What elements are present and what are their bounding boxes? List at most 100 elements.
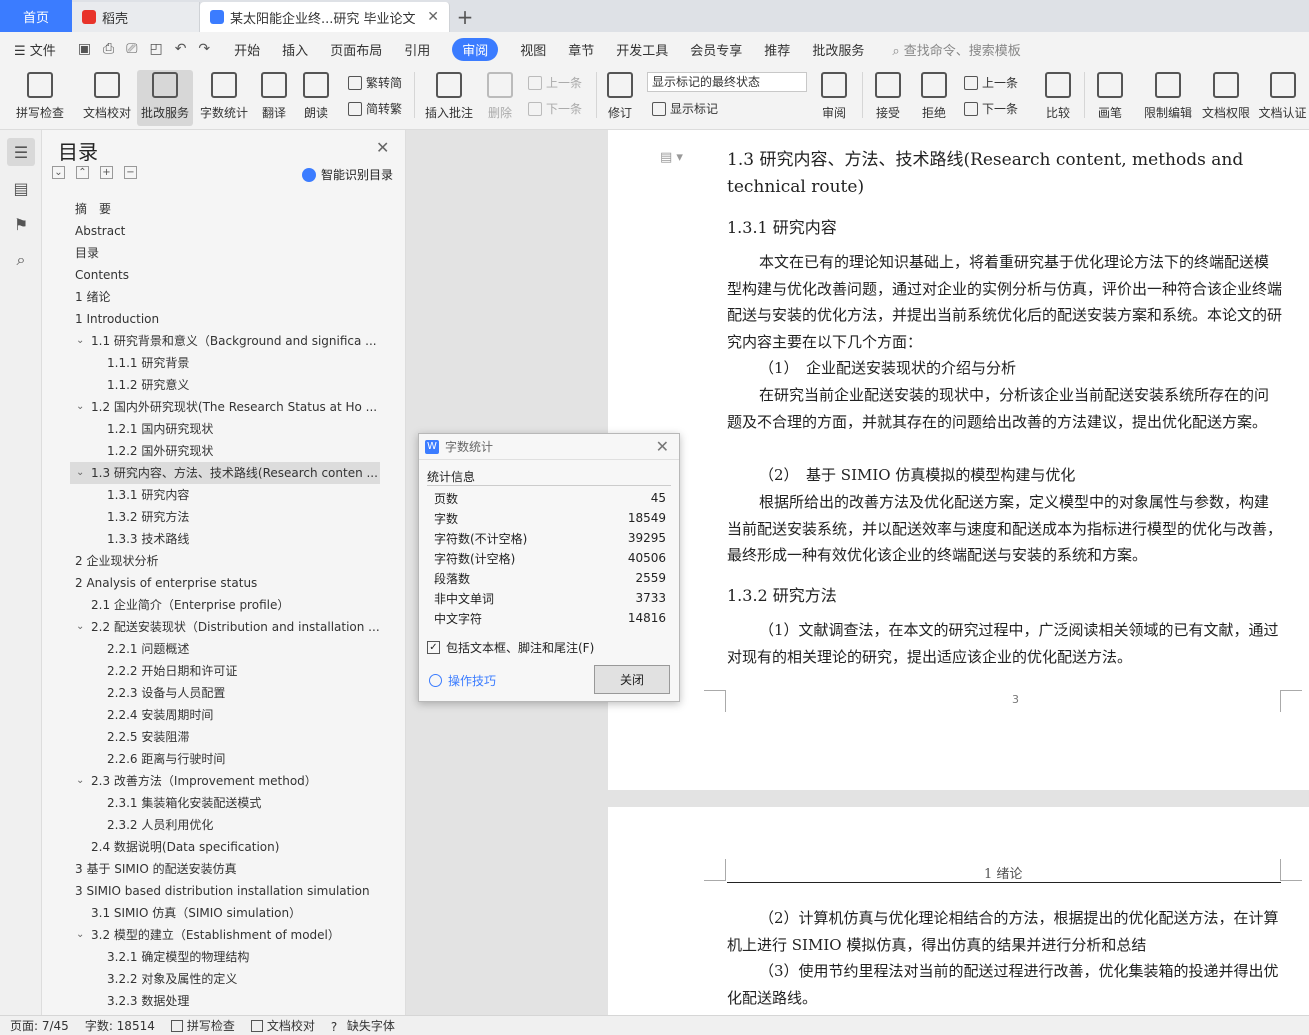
close-icon[interactable]: ✕ xyxy=(376,138,389,157)
markup-state-select[interactable]: 显示标记的最终状态 xyxy=(647,72,807,92)
toc-item[interactable]: ⌄ 1.3 研究内容、方法、技术路线(Research conten ... xyxy=(70,462,380,484)
next-change-button[interactable]: 下一条 xyxy=(964,100,1018,117)
undo-icon[interactable]: ↶ xyxy=(175,41,187,57)
toc-item[interactable]: ⌄ 1.1 研究背景和意义（Background and significa ..… xyxy=(70,330,380,352)
pen-button[interactable]: 画笔 xyxy=(1090,70,1130,126)
bookmark-icon[interactable]: ⚑ xyxy=(7,210,35,238)
search-icon[interactable]: ⌕ xyxy=(7,246,35,274)
doc-certify-button[interactable]: 文档认证 xyxy=(1256,70,1309,126)
missing-font-button[interactable]: ? 缺失字体 xyxy=(331,1017,395,1034)
toc-item[interactable]: ⌄2 Analysis of enterprise status xyxy=(70,572,380,594)
toc-panel-icon[interactable]: ☰ xyxy=(7,138,35,166)
toc-item[interactable]: 2.2.1 问题概述 xyxy=(70,638,380,660)
reject-button[interactable]: 拒绝 xyxy=(914,70,954,126)
toc-item[interactable]: 2.2.6 距离与行驶时间 xyxy=(70,748,380,770)
menu-member[interactable]: 会员专享 xyxy=(690,40,742,59)
toc-item[interactable]: ⌄ 3.2 模型的建立（Establishment of model） xyxy=(70,924,380,946)
simp-to-trad-button[interactable]: 简转繁 xyxy=(348,100,402,117)
toc-item[interactable]: 2.3.2 人员利用优化 xyxy=(70,814,380,836)
export-icon[interactable]: ⎙ xyxy=(103,41,114,57)
spellcheck-button[interactable]: 拼写检查 xyxy=(8,70,72,126)
menu-devtools[interactable]: 开发工具 xyxy=(616,40,668,59)
toc-item[interactable]: ⌄ 1.2 国内外研究现状(The Research Status at Ho .… xyxy=(70,396,380,418)
remove-level-icon[interactable]: − xyxy=(124,166,137,179)
include-footnotes-checkbox[interactable]: ✓ 包括文本框、脚注和尾注(F) xyxy=(427,639,594,656)
paragraph-marker-icon[interactable]: ▤ ▾ xyxy=(660,150,683,165)
dialog-titlebar[interactable]: W 字数统计 ✕ xyxy=(419,434,679,460)
correction-service-button[interactable]: 批改服务 xyxy=(137,70,193,126)
toc-item[interactable]: 1.3.2 研究方法 xyxy=(70,506,380,528)
toc-item[interactable]: 2.1 企业简介（Enterprise profile） xyxy=(70,594,380,616)
accept-button[interactable]: 接受 xyxy=(868,70,908,126)
spellcheck-toggle[interactable]: 拼写检查 xyxy=(170,1017,235,1034)
add-level-icon[interactable]: + xyxy=(100,166,113,179)
close-icon[interactable]: ✕ xyxy=(656,437,669,456)
tab-document[interactable]: 某太阳能企业终...研究 毕业论文 ✕ xyxy=(200,2,450,32)
doc-permission-button[interactable]: 文档权限 xyxy=(1198,70,1254,126)
chevron-down-icon[interactable]: ⌄ xyxy=(76,396,84,418)
save-icon[interactable]: ▣ xyxy=(78,41,91,57)
toc-item[interactable]: ⌄ 2.3 改善方法（Improvement method） xyxy=(70,770,380,792)
toc-item[interactable]: ⌄ 2.2 配送安装现状（Distribution and installatio… xyxy=(70,616,380,638)
prev-comment-button[interactable]: 上一条 xyxy=(528,74,582,91)
toc-item[interactable]: 3 基于 SIMIO 的配送安装仿真 xyxy=(70,858,380,880)
menu-reference[interactable]: 引用 xyxy=(404,40,430,59)
word-count-indicator[interactable]: 字数: 18514 xyxy=(85,1017,155,1034)
toc-item[interactable]: 2.2.3 设备与人员配置 xyxy=(70,682,380,704)
menu-start[interactable]: 开始 xyxy=(234,40,260,59)
toc-item[interactable]: ⌄1 Introduction xyxy=(70,308,380,330)
chapter-nav-icon[interactable]: ▤ xyxy=(7,174,35,202)
expand-all-icon[interactable]: ⌄ xyxy=(52,166,65,179)
new-tab-button[interactable]: + xyxy=(450,2,480,32)
menu-insert[interactable]: 插入 xyxy=(282,40,308,59)
toc-item[interactable]: 1.2.2 国外研究现状 xyxy=(70,440,380,462)
menu-review[interactable]: 审阅 xyxy=(452,37,499,61)
menu-recommend[interactable]: 推荐 xyxy=(764,40,790,59)
toc-item[interactable]: 摘 要 xyxy=(70,198,380,220)
word-count-button[interactable]: 字数统计 xyxy=(196,70,252,126)
smart-toc-button[interactable]: 智能识别目录 xyxy=(302,166,393,183)
toc-item[interactable]: Abstract xyxy=(70,220,380,242)
translate-button[interactable]: 翻译 xyxy=(254,70,294,126)
tab-daoke[interactable]: 稻壳 xyxy=(72,2,200,32)
chevron-down-icon[interactable]: ⌄ xyxy=(76,924,84,946)
toc-item[interactable]: 1.1.1 研究背景 xyxy=(70,352,380,374)
read-aloud-button[interactable]: 朗读 xyxy=(296,70,336,126)
toc-item[interactable]: 目录 xyxy=(70,242,380,264)
menu-chapter[interactable]: 章节 xyxy=(568,40,594,59)
toc-item[interactable]: 1.3.1 研究内容 xyxy=(70,484,380,506)
close-tab-icon[interactable]: ✕ xyxy=(427,9,439,25)
insert-comment-button[interactable]: 插入批注 xyxy=(420,70,478,126)
print-icon[interactable]: ⎚ xyxy=(126,41,137,57)
proofread-button[interactable]: 文档校对 xyxy=(78,70,136,126)
toc-item[interactable]: ⌄3 SIMIO based distribution installation… xyxy=(70,880,380,902)
menu-correction[interactable]: 批改服务 xyxy=(812,40,864,59)
close-button[interactable]: 关闭 xyxy=(594,665,670,694)
review-button[interactable]: 审阅 xyxy=(814,70,854,126)
toc-item[interactable]: 1.3.3 技术路线 xyxy=(70,528,380,550)
trad-to-simp-button[interactable]: 繁转简 xyxy=(348,74,402,91)
show-markup-button[interactable]: 显示标记 xyxy=(652,100,718,117)
restrict-edit-button[interactable]: 限制编辑 xyxy=(1140,70,1196,126)
toc-item[interactable]: 2.2.4 安装周期时间 xyxy=(70,704,380,726)
redo-icon[interactable]: ↷ xyxy=(198,41,210,57)
collapse-all-icon[interactable]: ⌃ xyxy=(76,166,89,179)
chevron-down-icon[interactable]: ⌄ xyxy=(76,770,84,792)
delete-comment-button[interactable]: 删除 xyxy=(480,70,520,126)
tips-link[interactable]: 操作技巧 xyxy=(429,672,496,689)
toc-item[interactable]: 3.1 SIMIO 仿真（SIMIO simulation） xyxy=(70,902,380,924)
menu-layout[interactable]: 页面布局 xyxy=(330,40,382,59)
toc-item[interactable]: 1.1.2 研究意义 xyxy=(70,374,380,396)
command-search[interactable]: ⌕ 查找命令、搜索模板 xyxy=(892,40,1020,59)
chevron-down-icon[interactable]: ⌄ xyxy=(76,616,84,638)
toc-item[interactable]: 3.2.1 确定模型的物理结构 xyxy=(70,946,380,968)
toc-item[interactable]: 1 绪论 xyxy=(70,286,380,308)
revise-button[interactable]: 修订 xyxy=(600,70,640,126)
tab-home[interactable]: 首页 xyxy=(0,0,72,32)
page-indicator[interactable]: 页面: 7/45 xyxy=(10,1017,69,1034)
toc-item[interactable]: 2.3.1 集装箱化安装配送模式 xyxy=(70,792,380,814)
toc-item[interactable]: 2.4 数据说明(Data specification) xyxy=(70,836,380,858)
proofread-toggle[interactable]: 文档校对 xyxy=(250,1017,315,1034)
next-comment-button[interactable]: 下一条 xyxy=(528,100,582,117)
toc-item[interactable]: 1.2.1 国内研究现状 xyxy=(70,418,380,440)
